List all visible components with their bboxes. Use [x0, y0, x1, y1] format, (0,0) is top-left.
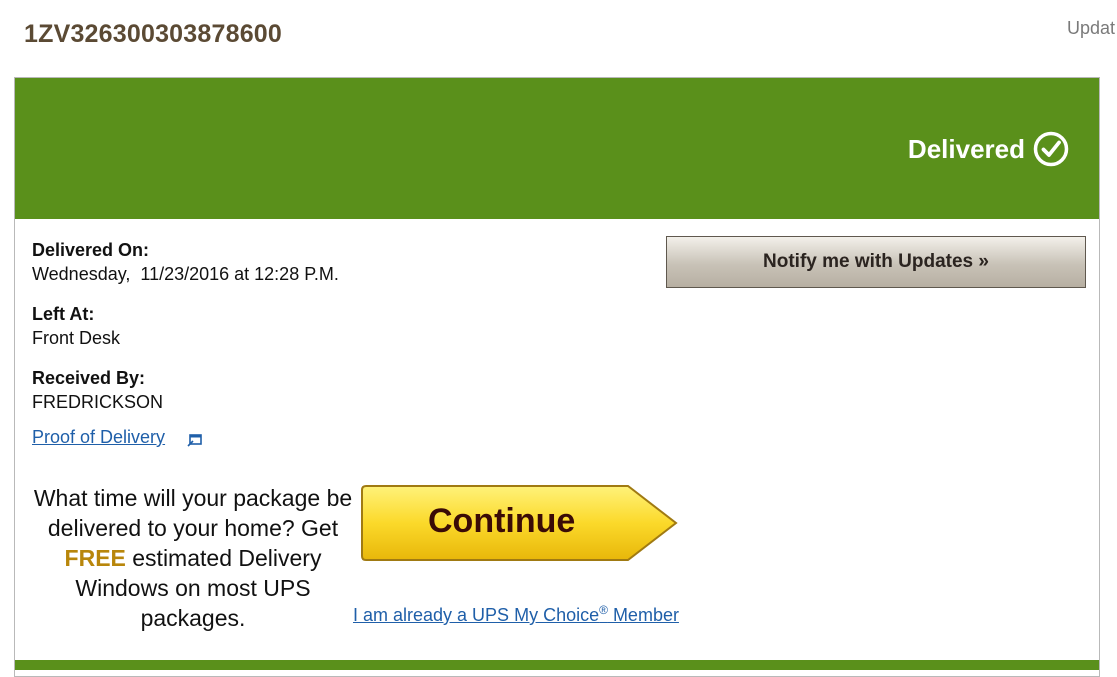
delivery-details: Delivered On: Wednesday, 11/23/2016 at 1… — [32, 238, 339, 430]
delivered-on-label: Delivered On: — [32, 240, 150, 260]
notify-updates-button[interactable]: Notify me with Updates » — [666, 236, 1086, 288]
received-by-label: Received By: — [32, 368, 146, 388]
my-choice-promo-text: What time will your package be delivered… — [33, 483, 353, 633]
member-link-text: I am already a UPS My Choice — [353, 605, 600, 625]
popup-window-icon[interactable] — [187, 432, 203, 448]
member-link-suffix: Member — [607, 605, 679, 625]
my-choice-member-link[interactable]: I am already a UPS My Choice® Member — [353, 603, 679, 626]
tracking-card: Delivered Delivered On: Wednesday, 11/23… — [14, 77, 1100, 677]
promo-free-highlight: FREE — [64, 545, 126, 571]
promo-text-before: What time will your package be delivered… — [33, 485, 353, 541]
check-circle-icon — [1033, 131, 1069, 167]
continue-label: Continue — [428, 502, 576, 540]
registered-mark: ® — [599, 603, 608, 617]
proof-of-delivery-link[interactable]: Proof of Delivery — [32, 427, 165, 448]
received-by-value: FREDRICKSON — [32, 392, 164, 412]
delivered-on-value: Wednesday, 11/23/2016 at 12:28 P.M. — [32, 264, 339, 284]
left-at-value: Front Desk — [32, 328, 121, 348]
left-at-label: Left At: — [32, 304, 95, 324]
continue-button[interactable]: Continue — [360, 484, 680, 564]
status-bar: Delivered — [15, 78, 1099, 219]
tracking-number: 1ZV326300303878600 — [24, 20, 283, 48]
update-link[interactable]: Updat — [1067, 18, 1117, 39]
status-label: Delivered — [907, 134, 1025, 164]
